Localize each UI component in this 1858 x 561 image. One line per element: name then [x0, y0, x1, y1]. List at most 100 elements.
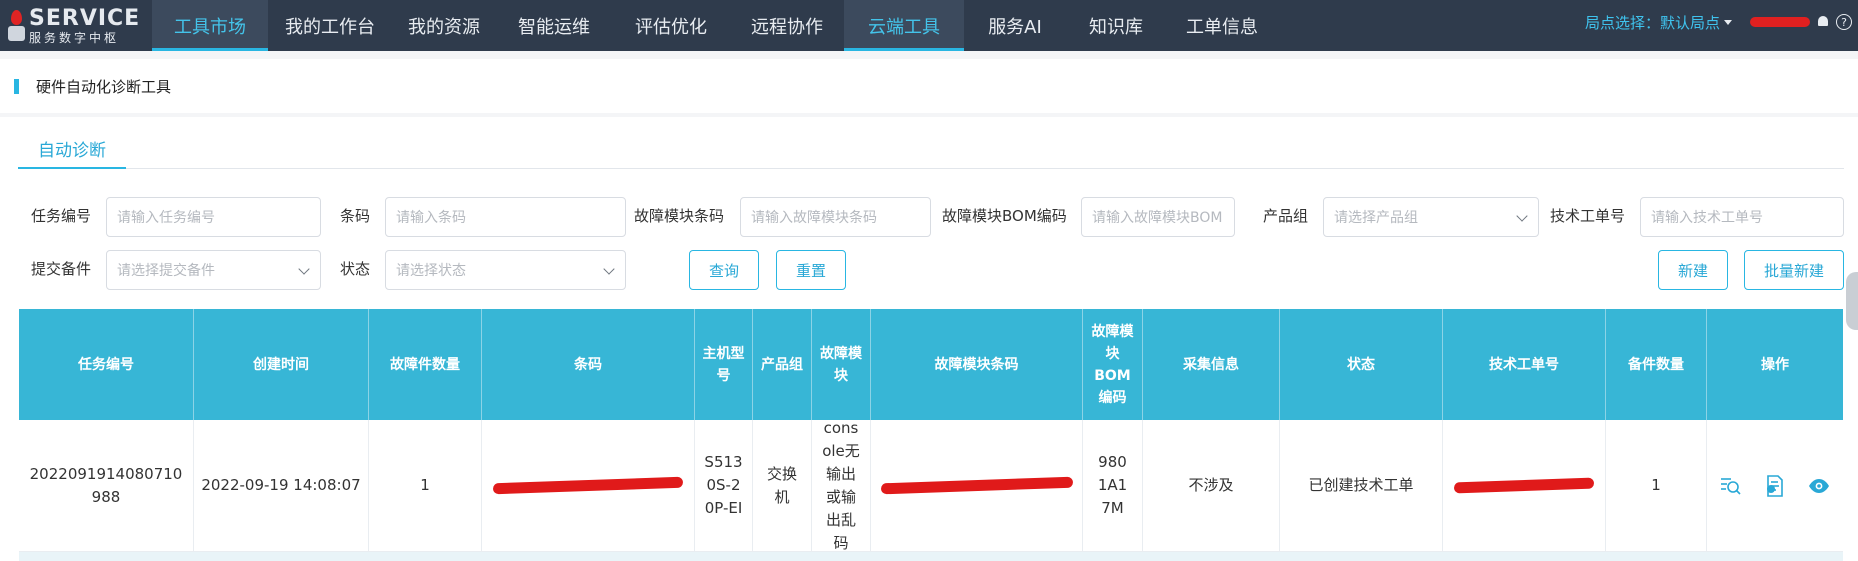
view-icon[interactable]	[1807, 476, 1831, 496]
log-search-icon[interactable]	[1719, 476, 1743, 496]
task-table: 任务编号 创建时间 故障件数量 条码 主机型号 产品组 故障模块 故障模块条码 …	[19, 309, 1843, 552]
cell-created: 2022-09-19 14:08:07	[194, 420, 369, 551]
fault-module-bom-label: 故障模块BOM编码	[942, 207, 1067, 225]
nav-tool-market[interactable]: 工具市场	[152, 0, 268, 51]
th-product-group[interactable]: 产品组	[753, 309, 812, 420]
th-barcode[interactable]: 条码	[482, 309, 695, 420]
cell-fault-module: console无输出或输出乱码	[812, 419, 871, 552]
task-no-label: 任务编号	[31, 207, 92, 225]
nav-evaluation[interactable]: 评估优化	[612, 0, 730, 51]
submit-spare-placeholder: 请选择提交备件	[117, 263, 215, 279]
cell-task-no: 2022091914080710988	[19, 420, 194, 551]
th-collect-info[interactable]: 采集信息	[1143, 309, 1280, 420]
tech-order-no-label: 技术工单号	[1550, 207, 1626, 225]
th-fault-module-bom[interactable]: 故障模块BOM编码	[1083, 309, 1143, 420]
report-icon[interactable]	[1763, 474, 1787, 497]
tech-order-no-input[interactable]: 请输入技术工单号	[1640, 197, 1844, 237]
status-label: 状态	[340, 260, 371, 278]
nav-label: 服务AI	[988, 16, 1042, 38]
cell-collect-info: 不涉及	[1143, 420, 1280, 551]
th-task-no[interactable]: 任务编号	[19, 309, 194, 420]
breadcrumb: 硬件自动化诊断工具	[0, 59, 1858, 113]
cell-barcode	[482, 420, 695, 551]
tab-auto-diagnosis[interactable]: 自动诊断	[18, 129, 126, 169]
page-title: 硬件自动化诊断工具	[36, 77, 172, 96]
fault-module-barcode-input[interactable]: 请输入故障模块条码	[740, 197, 931, 237]
submit-spare-label: 提交备件	[31, 260, 92, 278]
status-placeholder: 请选择状态	[396, 263, 466, 279]
task-no-input[interactable]: 请输入任务编号	[106, 197, 321, 237]
th-actions: 操作	[1761, 356, 1789, 373]
reset-button[interactable]: 重置	[776, 250, 846, 290]
nav-my-resources[interactable]: 我的资源	[392, 0, 496, 51]
th-fault-count[interactable]: 故障件数量	[369, 309, 482, 420]
th-created[interactable]: 创建时间	[194, 309, 369, 420]
cell-actions	[1707, 420, 1843, 551]
nav-service-ai[interactable]: 服务AI	[964, 0, 1066, 51]
barcode-input[interactable]: 请输入条码	[385, 197, 626, 237]
nav-knowledge-base[interactable]: 知识库	[1066, 0, 1166, 51]
nav-label: 我的工作台	[285, 16, 375, 38]
nav-remote-collab[interactable]: 远程协作	[730, 0, 844, 51]
nav-label: 我的资源	[408, 16, 480, 38]
batch-create-button[interactable]: 批量新建	[1744, 250, 1844, 290]
main-nav: 工具市场 我的工作台 我的资源 智能运维 评估优化 远程协作 云端工具 服务AI…	[152, 0, 1278, 51]
nav-my-workbench[interactable]: 我的工作台	[268, 0, 392, 51]
th-fault-module[interactable]: 故障模块	[812, 309, 871, 420]
status-select[interactable]: 请选择状态	[385, 250, 626, 290]
nav-smart-ops[interactable]: 智能运维	[496, 0, 612, 51]
nav-label: 工具市场	[174, 16, 246, 38]
breadcrumb-accent-bar	[14, 78, 19, 94]
product-group-select[interactable]: 请选择产品组	[1323, 197, 1539, 237]
nav-label: 云端工具	[868, 16, 940, 38]
th-tech-order-no[interactable]: 技术工单号	[1443, 309, 1606, 420]
th-host-model[interactable]: 主机型号	[695, 309, 753, 420]
nav-label: 评估优化	[635, 16, 707, 38]
chevron-down-icon	[603, 263, 615, 275]
redacted-username[interactable]	[1750, 17, 1810, 27]
top-navigation-bar: SERVICE 服务数字中枢 工具市场 我的工作台 我的资源 智能运维 评估优化…	[0, 0, 1858, 51]
help-icon[interactable]: ?	[1836, 14, 1852, 30]
submit-spare-select[interactable]: 请选择提交备件	[106, 250, 321, 290]
floating-widget-handle[interactable]	[1846, 272, 1858, 330]
fault-module-barcode-label: 故障模块条码	[634, 207, 725, 225]
th-spare-count[interactable]: 备件数量	[1606, 309, 1707, 420]
main-panel: 自动诊断 任务编号 请输入任务编号 条码 请输入条码 故障模块条码 请输入故障模…	[0, 117, 1858, 561]
redacted-barcode	[492, 476, 684, 495]
query-button[interactable]: 查询	[689, 250, 759, 290]
chevron-down-icon	[298, 263, 310, 275]
caret-down-icon	[1724, 19, 1732, 25]
bell-icon[interactable]	[1816, 15, 1830, 29]
tab-strip: 自动诊断	[18, 129, 1844, 169]
cell-host-model: S5130S-20P-EI	[695, 420, 753, 551]
nav-label: 远程协作	[751, 16, 823, 38]
logo[interactable]: SERVICE 服务数字中枢	[0, 0, 152, 51]
site-select-dropdown[interactable]: 局点选择：默认局点	[1585, 12, 1732, 33]
cell-fault-module-bom: 9801A17M	[1083, 420, 1143, 551]
nav-label: 知识库	[1089, 16, 1143, 38]
cell-tech-order-no	[1443, 420, 1606, 551]
create-button[interactable]: 新建	[1658, 250, 1728, 290]
nav-label: 智能运维	[518, 16, 590, 38]
site-select-label: 局点选择：默认局点	[1584, 13, 1720, 32]
th-fault-module-barcode[interactable]: 故障模块条码	[871, 309, 1083, 420]
cell-fault-module-barcode	[871, 420, 1083, 551]
cell-fault-count: 1	[369, 420, 482, 551]
table-header-row: 任务编号 创建时间 故障件数量 条码 主机型号 产品组 故障模块 故障模块条码 …	[19, 309, 1843, 420]
barcode-label: 条码	[340, 207, 371, 225]
table-row[interactable]: 2022091914080710988 2022-09-19 14:08:07 …	[19, 419, 1843, 552]
redacted-tech-order-no	[1453, 477, 1595, 494]
redacted-fault-module-barcode	[880, 476, 1073, 495]
fault-module-bom-input[interactable]: 请输入故障模块BOM	[1081, 197, 1235, 237]
nav-work-orders[interactable]: 工单信息	[1166, 0, 1278, 51]
logo-text-subtitle: 服务数字中枢	[29, 30, 120, 45]
nav-cloud-tools[interactable]: 云端工具	[844, 0, 964, 51]
cell-product-group: 交换机	[753, 420, 812, 551]
logo-text-service: SERVICE	[29, 5, 141, 31]
cell-spare-count: 1	[1606, 420, 1707, 551]
product-group-placeholder: 请选择产品组	[1334, 210, 1418, 226]
next-row-preview	[19, 552, 1843, 561]
logo-mark-icon	[8, 7, 25, 45]
product-group-label: 产品组	[1263, 207, 1309, 225]
th-status[interactable]: 状态	[1280, 309, 1443, 420]
